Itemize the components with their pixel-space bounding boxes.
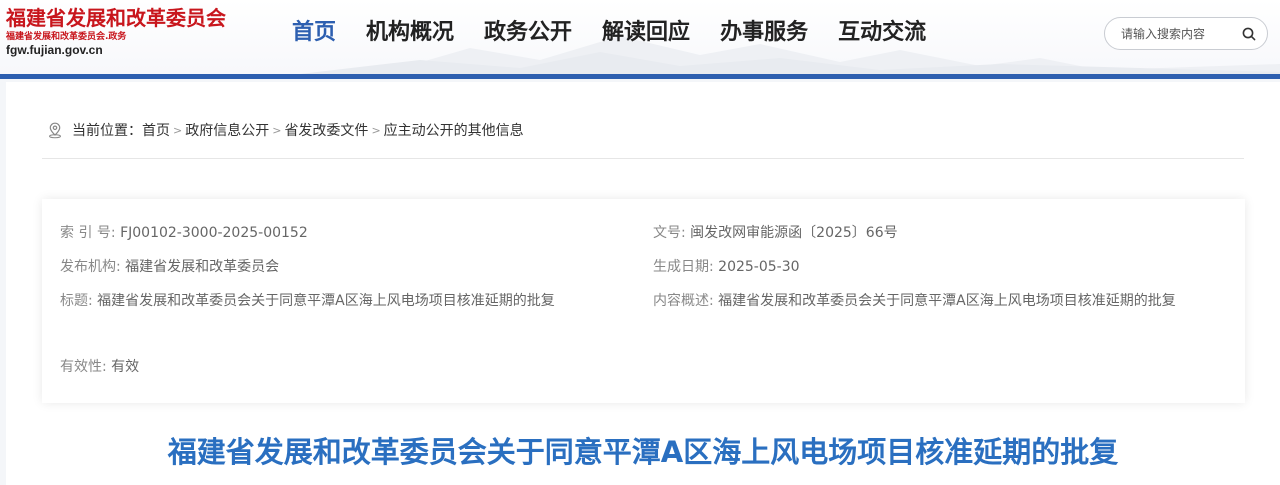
breadcrumb-gov-info[interactable]: 政府信息公开 <box>185 120 269 140</box>
breadcrumb-separator: > <box>272 123 282 137</box>
location-pin-icon <box>49 122 61 139</box>
site-logo[interactable]: 福建省发展和改革委员会 福建省发展和改革委员会.政务 fgw.fujian.go… <box>6 6 266 68</box>
breadcrumb-separator: > <box>371 123 381 137</box>
nav-gov-info[interactable]: 政务公开 <box>484 17 572 51</box>
breadcrumb-other-info[interactable]: 应主动公开的其他信息 <box>384 120 524 140</box>
header-accent-bar <box>0 74 1280 79</box>
meta-value: 有效 <box>111 359 140 375</box>
breadcrumb-ndrc-docs[interactable]: 省发改委文件 <box>284 120 368 140</box>
meta-value: 闽发改网审能源函〔2025〕66号 <box>690 225 898 241</box>
meta-label: 生成日期: <box>653 259 714 275</box>
meta-value: 2025-05-30 <box>718 259 800 275</box>
nav-services[interactable]: 办事服务 <box>720 17 808 51</box>
breadcrumb-separator: > <box>173 123 183 137</box>
nav-about[interactable]: 机构概况 <box>366 17 454 51</box>
meta-index-no: 索 引 号: FJ00102-3000-2025-00152 <box>60 223 308 243</box>
nav-interaction[interactable]: 互动交流 <box>838 17 926 51</box>
breadcrumb-divider <box>42 158 1244 159</box>
breadcrumb-label: 当前位置： <box>72 123 142 139</box>
meta-summary: 内容概述: 福建省发展和改革委员会关于同意平潭A区海上风电场项目核准延期的批复 <box>653 285 1213 317</box>
breadcrumb: 当前位置： 首页 > 政府信息公开 > 省发改委文件 > 应主动公开的其他信息 <box>46 120 524 140</box>
logo-subtitle: 福建省发展和改革委员会.政务 <box>6 32 127 42</box>
nav-home[interactable]: 首页 <box>292 17 336 51</box>
site-header: 福建省发展和改革委员会 福建省发展和改革委员会.政务 fgw.fujian.go… <box>0 0 1280 74</box>
meta-label: 标题: <box>60 293 93 309</box>
meta-label: 发布机构: <box>60 259 121 275</box>
search-input[interactable] <box>1121 24 1233 44</box>
meta-publisher: 发布机构: 福建省发展和改革委员会 <box>60 257 279 277</box>
search-icon[interactable] <box>1241 26 1257 42</box>
search-box <box>1104 17 1268 50</box>
meta-label: 内容概述: <box>653 293 714 309</box>
meta-title: 标题: 福建省发展和改革委员会关于同意平潭A区海上风电场项目核准延期的批复 <box>60 291 555 311</box>
main-nav: 首页 机构概况 政务公开 解读回应 办事服务 互动交流 <box>292 17 956 51</box>
breadcrumb-home[interactable]: 首页 <box>142 120 170 140</box>
logo-url: fgw.fujian.gov.cn <box>6 43 103 57</box>
meta-label: 文号: <box>653 225 686 241</box>
meta-value: 福建省发展和改革委员会 <box>125 259 280 275</box>
logo-title: 福建省发展和改革委员会 <box>6 6 226 30</box>
document-title: 福建省发展和改革委员会关于同意平潭A区海上风电场项目核准延期的批复 <box>167 435 1119 469</box>
main-content: 当前位置： 首页 > 政府信息公开 > 省发改委文件 > 应主动公开的其他信息 … <box>6 82 1280 485</box>
meta-date: 生成日期: 2025-05-30 <box>653 257 800 277</box>
meta-label: 有效性: <box>60 359 107 375</box>
document-metadata: 索 引 号: FJ00102-3000-2025-00152 文号: 闽发改网审… <box>42 199 1245 403</box>
meta-value: 福建省发展和改革委员会关于同意平潭A区海上风电场项目核准延期的批复 <box>718 293 1176 309</box>
nav-interpretation[interactable]: 解读回应 <box>602 17 690 51</box>
meta-value: FJ00102-3000-2025-00152 <box>120 225 308 241</box>
meta-label: 索 引 号: <box>60 225 116 241</box>
meta-doc-no: 文号: 闽发改网审能源函〔2025〕66号 <box>653 223 898 243</box>
meta-value: 福建省发展和改革委员会关于同意平潭A区海上风电场项目核准延期的批复 <box>97 293 555 309</box>
meta-validity: 有效性: 有效 <box>60 357 139 377</box>
